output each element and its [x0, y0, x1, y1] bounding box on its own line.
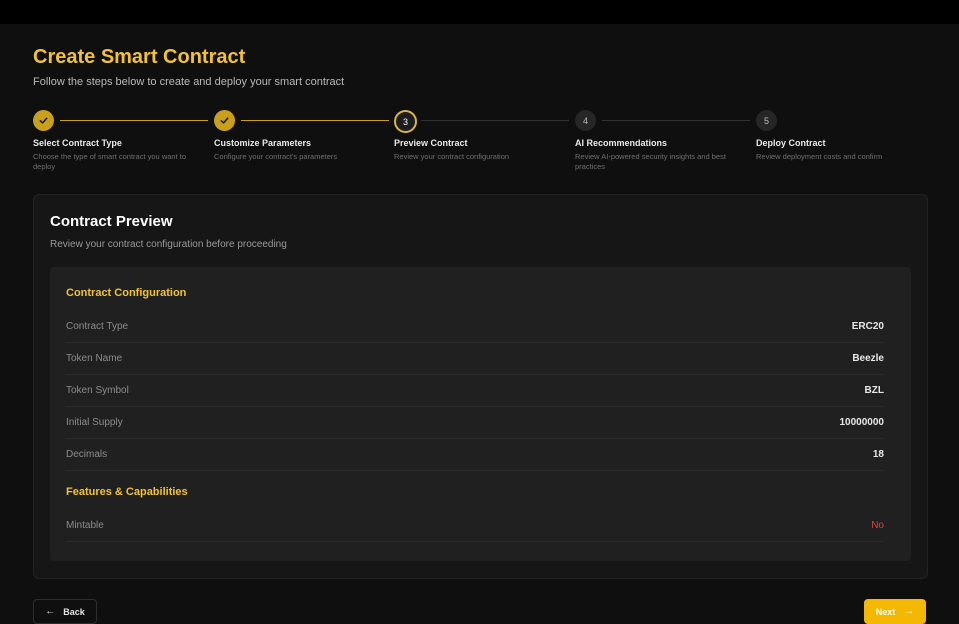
config-row-token-name: Token Name Beezle [66, 342, 884, 375]
step-connector [421, 120, 569, 121]
step-title: Customize Parameters [214, 138, 312, 148]
contract-preview-card: Contract Preview Review your contract co… [33, 194, 928, 579]
step-title: AI Recommendations [575, 138, 668, 148]
configuration-panel: Contract Configuration Contract Type ERC… [50, 267, 911, 561]
config-label: Token Name [66, 352, 123, 364]
step-connector [241, 120, 389, 121]
step-connector [602, 120, 750, 121]
page-title: Create Smart Contract [33, 46, 246, 68]
config-label: Decimals [66, 448, 108, 460]
arrow-left-icon: ← [45, 605, 56, 617]
config-label: Contract Type [66, 320, 129, 332]
step-description: Review AI-powered security insights and … [575, 152, 726, 171]
config-value: 18 [872, 448, 884, 460]
config-value: ERC20 [851, 320, 884, 332]
config-row-decimals: Decimals 18 [66, 438, 884, 471]
arrow-right-icon: → [904, 605, 915, 617]
config-label: Token Symbol [66, 384, 129, 396]
step-title: Preview Contract [394, 138, 468, 148]
step-description: Choose the type of smart contract you wa… [33, 152, 186, 171]
config-value: 10000000 [839, 416, 885, 428]
top-bar [0, 0, 959, 24]
config-value: BZL [864, 384, 884, 396]
step-description: Review your contract configuration [394, 152, 510, 161]
next-button[interactable]: Next → [864, 599, 926, 624]
section-title-features: Features & Capabilities [66, 486, 188, 498]
card-subtitle: Review your contract configuration befor… [50, 239, 287, 250]
step-connector [60, 120, 208, 121]
step-description: Configure your contract's parameters [214, 152, 338, 161]
feature-row-mintable: Mintable No [66, 509, 884, 542]
back-button[interactable]: ← Back [33, 599, 97, 624]
feature-label: Mintable [66, 519, 104, 531]
config-row-initial-supply: Initial Supply 10000000 [66, 406, 884, 439]
back-button-label: Back [63, 606, 85, 617]
step-description: Review deployment costs and confirm [756, 152, 883, 161]
config-label: Initial Supply [66, 416, 123, 428]
step-number: 5 [756, 110, 777, 131]
config-value: Beezle [852, 352, 884, 364]
step-title: Deploy Contract [756, 138, 826, 148]
feature-value: No [871, 519, 884, 531]
stepper: Select Contract Type Choose the type of … [33, 110, 933, 180]
check-icon [214, 110, 235, 131]
step-title: Select Contract Type [33, 138, 122, 148]
step-number: 4 [575, 110, 596, 131]
card-title: Contract Preview [50, 213, 173, 230]
check-icon [33, 110, 54, 131]
page-subtitle: Follow the steps below to create and dep… [33, 76, 345, 88]
section-title-configuration: Contract Configuration [66, 287, 187, 299]
config-row-contract-type: Contract Type ERC20 [66, 310, 884, 343]
step-number: 3 [394, 110, 417, 133]
config-row-token-symbol: Token Symbol BZL [66, 374, 884, 407]
next-button-label: Next [875, 606, 896, 617]
